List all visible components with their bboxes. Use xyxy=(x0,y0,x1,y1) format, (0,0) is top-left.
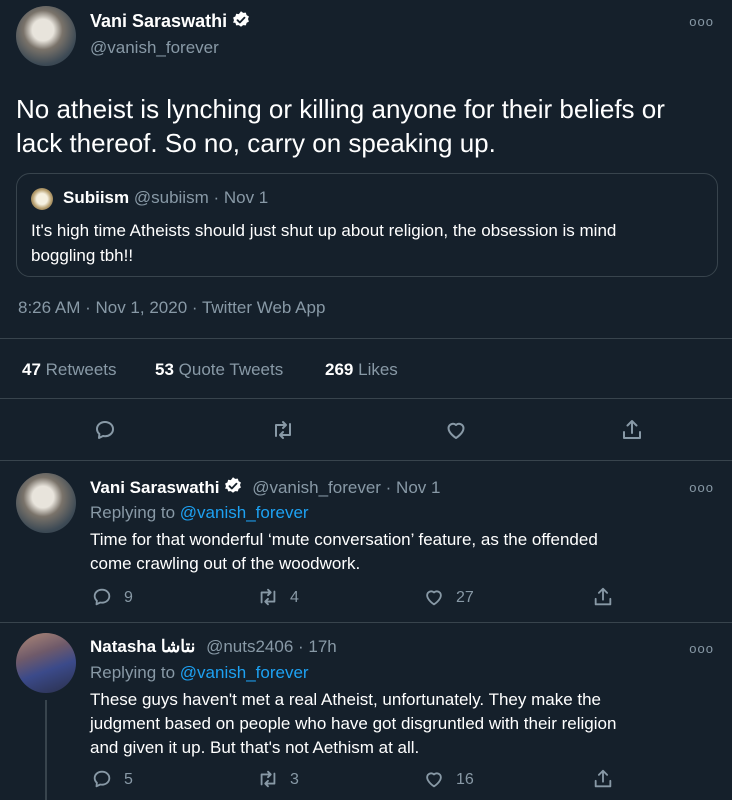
reply-handle-date[interactable]: @nuts2406 · 17h xyxy=(206,637,337,656)
retweet-count: 4 xyxy=(290,589,299,606)
reply-author-row: Natasha نتاشا @nuts2406 · 17h xyxy=(90,637,337,657)
thread-line xyxy=(45,700,47,800)
quoted-text-line: It's high time Atheists should just shut… xyxy=(31,221,617,240)
share-icon[interactable] xyxy=(620,418,644,442)
reply-icon[interactable] xyxy=(91,768,115,792)
share-icon[interactable] xyxy=(592,768,616,792)
author-row: Vani Saraswathi xyxy=(90,10,251,32)
replying-handle-link[interactable]: @vanish_forever xyxy=(180,663,309,682)
tweet-text-line: No atheist is lynching or killing anyone… xyxy=(16,94,665,124)
reply-text-line: come crawling out of the woodwork. xyxy=(90,554,361,573)
likes-label: Likes xyxy=(358,360,398,379)
quoted-handle-date: @subiism · Nov 1 xyxy=(133,188,269,207)
quote-tweets-stat[interactable]: 53 Quote Tweets xyxy=(155,360,283,380)
quoted-avatar xyxy=(31,188,53,210)
quoted-text: It's high time Atheists should just shut… xyxy=(31,218,711,268)
retweets-stat[interactable]: 47 Retweets xyxy=(22,360,117,380)
verified-badge-icon xyxy=(223,476,243,496)
reply-text-line: Time for that wonderful ‘mute conversati… xyxy=(90,530,598,549)
share-icon[interactable] xyxy=(592,586,616,610)
retweet-icon[interactable] xyxy=(257,768,281,792)
retweet-icon[interactable] xyxy=(271,418,295,442)
reply-author-name[interactable]: Vani Saraswathi xyxy=(90,478,219,497)
replying-handle-link[interactable]: @vanish_forever xyxy=(180,503,309,522)
replying-to: Replying to @vanish_forever xyxy=(90,663,309,683)
likes-stat[interactable]: 269 Likes xyxy=(325,360,398,380)
reply-author-name[interactable]: Natasha نتاشا xyxy=(90,637,195,656)
avatar[interactable] xyxy=(16,473,76,533)
quoted-author-name: Subiism xyxy=(63,188,130,207)
like-count: 16 xyxy=(456,771,474,788)
divider xyxy=(0,398,732,399)
quoted-author-row: Subiism @subiism · Nov 1 xyxy=(63,188,268,208)
author-name[interactable]: Vani Saraswathi xyxy=(90,11,227,31)
quotes-count: 53 xyxy=(155,360,174,379)
avatar[interactable] xyxy=(16,633,76,693)
reply-count: 9 xyxy=(124,589,133,606)
reply-icon[interactable] xyxy=(91,586,115,610)
tweet-text: No atheist is lynching or killing anyone… xyxy=(16,92,726,160)
reply-text: These guys haven't met a real Atheist, u… xyxy=(90,688,720,760)
divider xyxy=(0,338,732,339)
quoted-text-line: boggling tbh!! xyxy=(31,246,134,265)
reply-text-line: judgment based on people who have got di… xyxy=(90,714,617,733)
like-count: 27 xyxy=(456,589,474,606)
reply-text: Time for that wonderful ‘mute conversati… xyxy=(90,528,720,576)
likes-count: 269 xyxy=(325,360,354,379)
author-handle[interactable]: @vanish_forever xyxy=(90,38,219,58)
retweets-count: 47 xyxy=(22,360,41,379)
reply-author-row: Vani Saraswathi @vanish_forever · Nov 1 xyxy=(90,476,440,498)
quotes-label: Quote Tweets xyxy=(178,360,284,379)
more-dots-icon[interactable]: ooo xyxy=(689,480,714,495)
tweet-text-line: lack thereof. So no, carry on speaking u… xyxy=(16,128,496,158)
replying-prefix: Replying to xyxy=(90,663,176,682)
verified-badge-icon xyxy=(231,10,251,30)
replying-prefix: Replying to xyxy=(90,503,176,522)
like-icon[interactable] xyxy=(444,418,468,442)
retweets-label: Retweets xyxy=(45,360,117,379)
divider xyxy=(0,460,732,461)
more-dots-icon[interactable]: ooo xyxy=(689,14,714,29)
replying-to: Replying to @vanish_forever xyxy=(90,503,309,523)
tweet-timestamp[interactable]: 8:26 AM · Nov 1, 2020 · Twitter Web App xyxy=(18,298,325,318)
more-dots-icon[interactable]: ooo xyxy=(689,641,714,656)
reply-text-line: and given it up. But that's not Aethism … xyxy=(90,738,420,757)
like-icon[interactable] xyxy=(423,586,447,610)
divider xyxy=(0,622,732,623)
like-icon[interactable] xyxy=(423,768,447,792)
reply-text-line: These guys haven't met a real Atheist, u… xyxy=(90,690,602,709)
quoted-tweet[interactable]: Subiism @subiism · Nov 1 It's high time … xyxy=(16,173,718,277)
retweet-icon[interactable] xyxy=(257,586,281,610)
avatar[interactable] xyxy=(16,6,76,66)
retweet-count: 3 xyxy=(290,771,299,788)
reply-handle-date[interactable]: @vanish_forever · Nov 1 xyxy=(252,478,440,497)
reply-count: 5 xyxy=(124,771,133,788)
reply-icon[interactable] xyxy=(93,418,117,442)
